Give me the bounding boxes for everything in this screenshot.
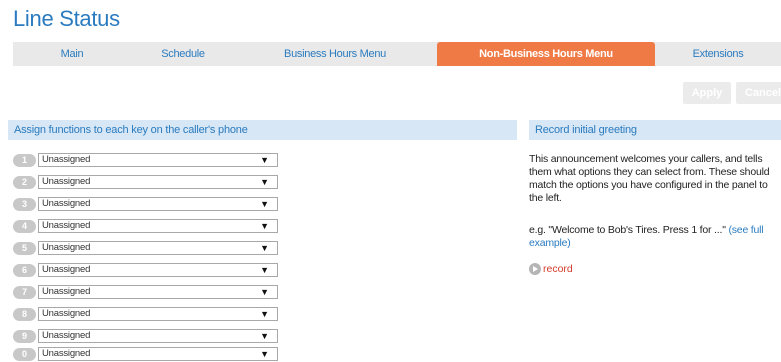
keys-panel-header: Assign functions to each key on the call… xyxy=(8,120,517,140)
play-record-icon xyxy=(529,263,541,275)
key-5-select[interactable]: Unassigned ▼ xyxy=(38,241,278,255)
key-badge: 7 xyxy=(13,286,36,299)
key-select-value: Unassigned xyxy=(42,286,91,297)
dropdown-arrow-icon: ▼ xyxy=(260,221,269,231)
key-badge: 4 xyxy=(13,220,36,233)
tab-business-hours-menu[interactable]: Business Hours Menu xyxy=(235,42,435,66)
cancel-button[interactable]: Cancel xyxy=(736,82,781,104)
greeting-example: e.g. "Welcome to Bob's Tires. Press 1 fo… xyxy=(529,224,781,250)
dropdown-arrow-icon: ▼ xyxy=(260,155,269,165)
key-7-select[interactable]: Unassigned ▼ xyxy=(38,285,278,299)
dropdown-arrow-icon: ▼ xyxy=(260,243,269,253)
tab-main[interactable]: Main xyxy=(13,42,131,66)
key-badge: 2 xyxy=(13,176,36,189)
dropdown-arrow-icon: ▼ xyxy=(260,287,269,297)
key-select-value: Unassigned xyxy=(42,330,91,341)
key-select-value: Unassigned xyxy=(42,220,91,231)
key-select-value: Unassigned xyxy=(42,198,91,209)
key-select-value: Unassigned xyxy=(42,176,91,187)
dropdown-arrow-icon: ▼ xyxy=(260,199,269,209)
apply-button[interactable]: Apply xyxy=(683,82,731,104)
dropdown-arrow-icon: ▼ xyxy=(260,309,269,319)
key-4-select[interactable]: Unassigned ▼ xyxy=(38,219,278,233)
key-select-value: Unassigned xyxy=(42,242,91,253)
dropdown-arrow-icon: ▼ xyxy=(260,349,269,359)
page-title: Line Status xyxy=(13,6,120,31)
key-badge: 5 xyxy=(13,242,36,255)
tab-bar: Main Schedule Business Hours Menu Non-Bu… xyxy=(13,42,781,66)
dropdown-arrow-icon: ▼ xyxy=(260,331,269,341)
key-1-select[interactable]: Unassigned ▼ xyxy=(38,153,278,167)
key-badge: 1 xyxy=(13,154,36,167)
dropdown-arrow-icon: ▼ xyxy=(260,265,269,275)
key-2-select[interactable]: Unassigned ▼ xyxy=(38,175,278,189)
key-select-value: Unassigned xyxy=(42,348,91,359)
key-8-select[interactable]: Unassigned ▼ xyxy=(38,307,278,321)
tab-extensions[interactable]: Extensions xyxy=(655,42,781,66)
example-text: e.g. "Welcome to Bob's Tires. Press 1 fo… xyxy=(529,224,726,236)
key-9-select[interactable]: Unassigned ▼ xyxy=(38,329,278,343)
key-select-value: Unassigned xyxy=(42,264,91,275)
key-badge: 0 xyxy=(13,348,36,361)
greeting-panel-header: Record initial greeting xyxy=(529,120,781,140)
key-0-select[interactable]: Unassigned ▼ xyxy=(38,347,278,361)
key-3-select[interactable]: Unassigned ▼ xyxy=(38,197,278,211)
dropdown-arrow-icon: ▼ xyxy=(260,177,269,187)
record-link[interactable]: record xyxy=(543,262,573,276)
key-select-value: Unassigned xyxy=(42,308,91,319)
tab-non-business-hours-menu[interactable]: Non-Business Hours Menu xyxy=(437,42,655,66)
greeting-description: This announcement welcomes your callers,… xyxy=(529,153,770,204)
key-select-value: Unassigned xyxy=(42,154,91,165)
key-badge: 9 xyxy=(13,330,36,343)
key-badge: 6 xyxy=(13,264,36,277)
key-badge: 3 xyxy=(13,198,36,211)
key-badge: 8 xyxy=(13,308,36,321)
key-6-select[interactable]: Unassigned ▼ xyxy=(38,263,278,277)
tab-schedule[interactable]: Schedule xyxy=(131,42,235,66)
